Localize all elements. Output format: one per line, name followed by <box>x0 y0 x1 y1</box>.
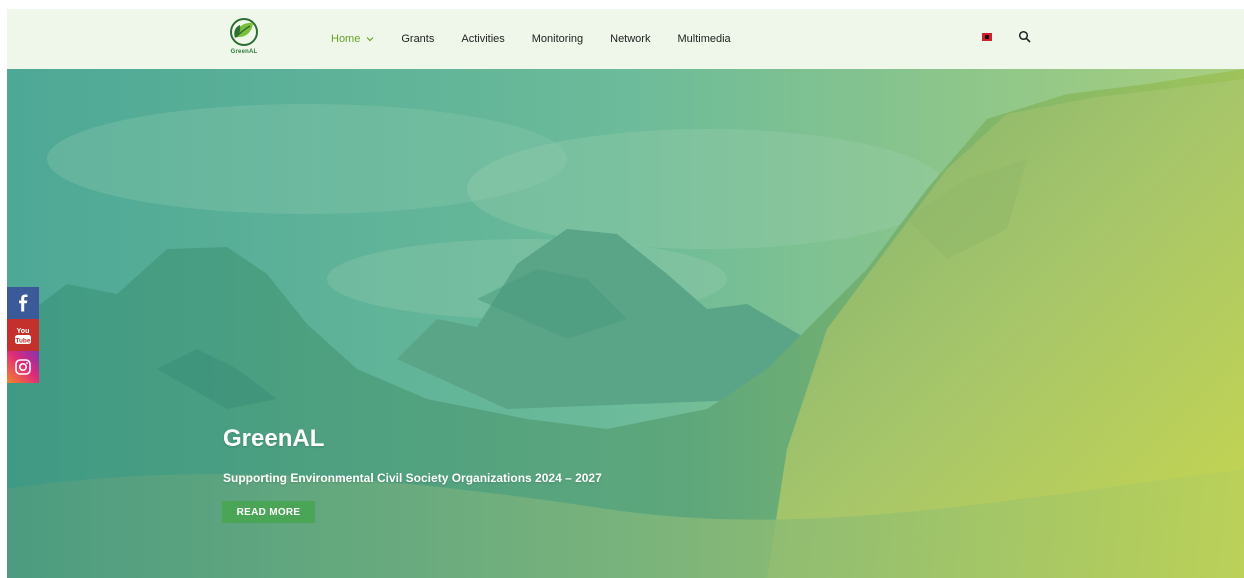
albania-flag-icon[interactable] <box>982 33 992 41</box>
flag-eagle <box>985 35 989 39</box>
read-more-button[interactable]: READ MORE <box>222 501 315 523</box>
facebook-button[interactable] <box>7 287 39 319</box>
nav-item-network[interactable]: Network <box>610 33 650 45</box>
nav-item-multimedia[interactable]: Multimedia <box>677 33 730 45</box>
logo-text: GreenAL <box>230 49 258 55</box>
nav-item-label: Network <box>610 33 651 45</box>
chevron-down-icon <box>366 37 374 42</box>
mountain-landscape-image <box>7 69 1244 578</box>
svg-text:You: You <box>17 328 30 335</box>
leaf-logo-icon <box>230 18 258 46</box>
nav-item-activities[interactable]: Activities <box>461 33 504 45</box>
nav-item-monitoring[interactable]: Monitoring <box>532 33 583 45</box>
instagram-button[interactable] <box>7 351 39 383</box>
svg-text:Tube: Tube <box>15 337 30 344</box>
youtube-button[interactable]: You Tube <box>7 319 39 351</box>
main-nav: Home Grants Activities Monitoring Networ… <box>331 9 758 69</box>
nav-item-label: Grants <box>401 33 435 45</box>
nav-item-label: Activities <box>461 33 505 45</box>
youtube-icon: You Tube <box>15 328 31 344</box>
nav-item-grants[interactable]: Grants <box>401 33 434 45</box>
hero-subtitle: Supporting Environmental Civil Society O… <box>223 471 602 485</box>
search-icon[interactable] <box>1018 30 1032 44</box>
instagram-icon <box>15 359 31 375</box>
nav-item-label: Home <box>331 33 361 45</box>
facebook-icon <box>19 294 28 312</box>
page-frame: GreenAL Home Grants Activities Monitorin… <box>7 9 1244 578</box>
nav-item-label: Monitoring <box>531 33 584 45</box>
nav-item-label: Multimedia <box>677 33 731 45</box>
site-header: GreenAL Home Grants Activities Monitorin… <box>7 9 1244 69</box>
nav-item-home[interactable]: Home <box>331 33 374 45</box>
site-logo[interactable]: GreenAL <box>227 17 261 61</box>
social-sidebar: You Tube <box>7 287 39 383</box>
hero-title: GreenAL <box>223 425 325 452</box>
hero-banner: GreenAL Supporting Environmental Civil S… <box>7 69 1244 578</box>
